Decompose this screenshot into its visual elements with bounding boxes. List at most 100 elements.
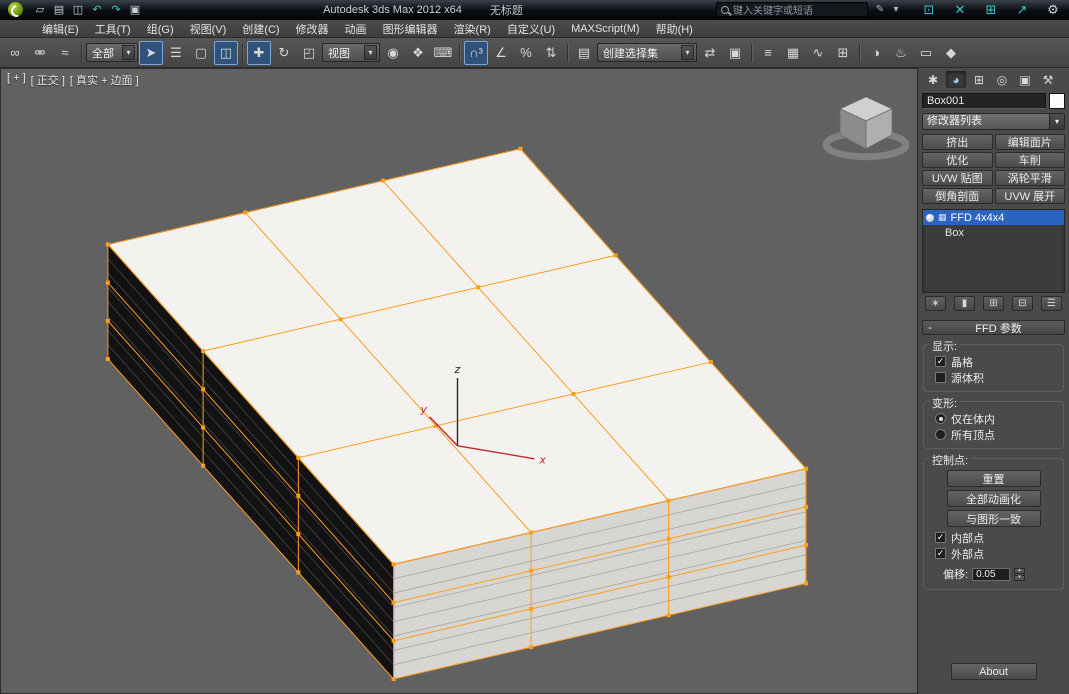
spinner-down-icon[interactable]: ▾ [1014, 575, 1025, 581]
stack-item-ffd[interactable]: ▦ FFD 4x4x4 [923, 210, 1064, 225]
chevron-down-icon[interactable]: ▾ [122, 45, 135, 60]
snaps-toggle-button[interactable]: ∩³ [464, 41, 488, 65]
menu-views[interactable]: 视图(V) [182, 20, 235, 38]
menu-help[interactable]: 帮助(H) [648, 20, 701, 38]
rendered-frame-button[interactable]: ▭ [914, 41, 938, 65]
render-setup-button[interactable]: ♨ [889, 41, 913, 65]
inside-points-checkbox[interactable]: ✓ 内部点 [935, 530, 1058, 545]
outside-points-checkbox[interactable]: ✓ 外部点 [935, 546, 1058, 561]
optimize-button[interactable]: 优化 [922, 152, 993, 168]
infocenter-search-box[interactable]: 键入关键字或短语 [716, 2, 868, 17]
checkbox-checked-icon[interactable]: ✓ [935, 548, 946, 559]
menu-maxscript[interactable]: MAXScript(M) [563, 22, 647, 36]
schematic-view-button[interactable]: ⊞ [831, 41, 855, 65]
menu-modifiers[interactable]: 修改器 [288, 20, 337, 38]
menu-animation[interactable]: 动画 [337, 20, 375, 38]
rectangular-selection-button[interactable]: ▢ [189, 41, 213, 65]
checkbox-checked-icon[interactable]: ✓ [935, 356, 946, 367]
named-selection-combo[interactable]: 创建选择集 ▾ [597, 43, 697, 62]
all-vertices-radio[interactable]: 所有顶点 [935, 427, 1058, 442]
percent-snap-button[interactable]: % [514, 41, 538, 65]
selection-filter-dropdown[interactable]: 全部 ▾ [86, 43, 138, 62]
open-file-button[interactable]: ▤ [50, 2, 68, 18]
material-editor-button[interactable]: ◑ [864, 41, 888, 65]
select-and-link-button[interactable]: ∞ [3, 41, 27, 65]
search-dropdown-arrow-icon[interactable]: ▾ [889, 2, 903, 17]
menu-graph-editors[interactable]: 图形编辑器 [375, 20, 446, 38]
extrude-button[interactable]: 挤出 [922, 134, 993, 150]
conform-to-shape-button[interactable]: 与图形一致 [947, 510, 1041, 527]
select-object-button[interactable]: ➤ [139, 41, 163, 65]
unlink-selection-button[interactable]: ⚮ [28, 41, 52, 65]
viewport-shading-menu[interactable]: [ 真实 + 边面 ] [70, 72, 139, 88]
viewport[interactable]: zxy [ + ] [ 正交 ] [ 真实 + 边面 ] [0, 68, 917, 694]
configure-modifier-sets-button[interactable]: ☰ [1041, 296, 1062, 311]
tab-display[interactable]: ▣ [1015, 71, 1035, 88]
modifier-stack-list[interactable]: ▦ FFD 4x4x4 Box [922, 209, 1065, 293]
curve-editor-button[interactable]: ∿ [806, 41, 830, 65]
communication-center-icon[interactable]: ✕ [950, 1, 970, 18]
viewport-general-menu[interactable]: [ + ] [7, 72, 26, 88]
select-and-scale-button[interactable]: ◰ [297, 41, 321, 65]
angle-snap-button[interactable]: ∠ [489, 41, 513, 65]
use-pivot-center-button[interactable]: ◉ [381, 41, 405, 65]
chevron-down-icon[interactable]: ▾ [364, 45, 377, 60]
save-file-button[interactable]: ◫ [69, 2, 87, 18]
uvw-map-button[interactable]: UVW 贴图 [922, 170, 993, 186]
remove-modifier-button[interactable]: ⊟ [1012, 296, 1033, 311]
settings-icon[interactable]: ⚙ [1043, 1, 1063, 18]
animate-all-button[interactable]: 全部动画化 [947, 490, 1041, 507]
menu-customize[interactable]: 自定义(U) [499, 20, 563, 38]
unwrap-uvw-button[interactable]: UVW 展开 [995, 188, 1066, 204]
menu-edit[interactable]: 编辑(E) [34, 20, 87, 38]
redo-button[interactable]: ↷ [107, 2, 125, 18]
modifier-list-dropdown[interactable]: 修改器列表 ▾ [922, 113, 1065, 130]
radio-selected-icon[interactable] [935, 413, 946, 424]
tab-utilities[interactable]: ⚒ [1038, 71, 1058, 88]
lattice-checkbox[interactable]: ✓ 晶格 [935, 354, 1058, 369]
keyboard-override-button[interactable]: ⌨ [431, 41, 455, 65]
share-icon[interactable]: ↗ [1012, 1, 1032, 18]
window-crossing-button[interactable]: ◫ [214, 41, 238, 65]
stack-item-box[interactable]: Box [923, 225, 1064, 240]
only-in-volume-radio[interactable]: 仅在体内 [935, 411, 1058, 426]
chevron-down-icon[interactable]: ▾ [681, 45, 694, 60]
new-scene-button[interactable]: ▱ [31, 2, 49, 18]
tab-modify[interactable]: ◕ [946, 71, 966, 88]
tab-motion[interactable]: ◎ [992, 71, 1012, 88]
edit-patch-button[interactable]: 编辑面片 [995, 134, 1066, 150]
select-and-rotate-button[interactable]: ↻ [272, 41, 296, 65]
checkbox-checked-icon[interactable]: ✓ [935, 532, 946, 543]
search-pen-icon[interactable]: ✎ [873, 2, 887, 17]
object-name-input[interactable]: Box001 [922, 93, 1046, 109]
select-by-name-button[interactable]: ☰ [164, 41, 188, 65]
about-button[interactable]: About [951, 663, 1037, 680]
turbosmooth-button[interactable]: 涡轮平滑 [995, 170, 1066, 186]
show-end-result-button[interactable]: ▮ [954, 296, 975, 311]
ribbon-toggle-button[interactable]: ▦ [781, 41, 805, 65]
tab-hierarchy[interactable]: ⊞ [969, 71, 989, 88]
viewport-canvas[interactable]: zxy [1, 69, 917, 693]
reset-button[interactable]: 重置 [947, 470, 1041, 487]
bind-to-space-warp-button[interactable]: ≈ [53, 41, 77, 65]
make-unique-button[interactable]: ⊞ [983, 296, 1004, 311]
project-folder-button[interactable]: ▣ [126, 2, 144, 18]
checkbox-unchecked-icon[interactable] [935, 372, 946, 383]
favorites-icon[interactable]: ⊞ [981, 1, 1001, 18]
spinner-up-icon[interactable]: ▴ [1014, 568, 1025, 574]
lathe-button[interactable]: 车削 [995, 152, 1066, 168]
viewport-pov-menu[interactable]: [ 正交 ] [31, 72, 65, 88]
offset-input[interactable]: 0.05 [972, 568, 1010, 581]
edit-named-selections-button[interactable]: ▤ [572, 41, 596, 65]
menu-group[interactable]: 组(G) [139, 20, 182, 38]
reference-coordinate-dropdown[interactable]: 视图 ▾ [322, 43, 380, 62]
layer-manager-button[interactable]: ≡ [756, 41, 780, 65]
align-button[interactable]: ▣ [723, 41, 747, 65]
select-and-move-button[interactable]: ✚ [247, 41, 271, 65]
menu-rendering[interactable]: 渲染(R) [446, 20, 499, 38]
sign-in-icon[interactable]: ⊡ [919, 1, 939, 18]
application-menu-button[interactable] [3, 1, 27, 19]
pin-stack-button[interactable]: ∗ [925, 296, 946, 311]
menu-create[interactable]: 创建(C) [234, 20, 287, 38]
visibility-bulb-icon[interactable] [926, 214, 934, 222]
